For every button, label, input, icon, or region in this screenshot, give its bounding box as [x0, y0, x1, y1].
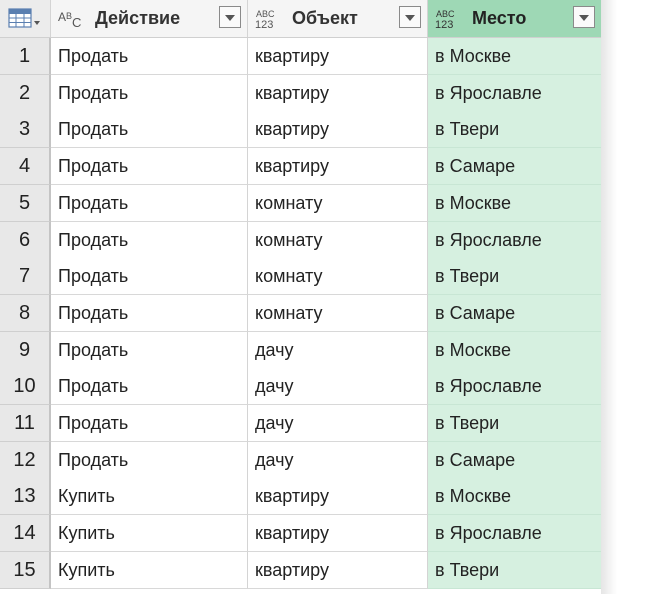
cell-object[interactable]: квартиру — [248, 74, 428, 112]
table-row[interactable]: 10 Продать дачу в Ярославле — [0, 368, 601, 406]
cell-place[interactable]: в Твери — [428, 405, 601, 442]
row-number[interactable]: 1 — [0, 38, 51, 75]
table-corner-menu[interactable] — [0, 0, 51, 37]
filter-dropdown-button[interactable] — [219, 6, 241, 28]
row-number[interactable]: 4 — [0, 148, 51, 186]
row-number[interactable]: 5 — [0, 184, 51, 222]
cell-place[interactable]: в Москве — [428, 38, 601, 75]
cell-object[interactable]: дачу — [248, 331, 428, 369]
row-number[interactable]: 14 — [0, 515, 51, 553]
cell-action[interactable]: Продать — [51, 38, 248, 75]
cell-place[interactable]: в Самаре — [428, 148, 601, 186]
cell-object[interactable]: комнату — [248, 294, 428, 332]
table-row[interactable]: 3 Продать квартиру в Твери — [0, 111, 601, 149]
svg-text:123: 123 — [435, 19, 453, 30]
query-editor-grid: A B C Действие ABC 123 Объект ABC 123 Ме… — [0, 0, 601, 594]
row-number[interactable]: 6 — [0, 221, 51, 259]
column-name: Место — [472, 8, 527, 28]
cell-object[interactable]: дачу — [248, 405, 428, 442]
cell-object[interactable]: квартиру — [248, 515, 428, 553]
svg-text:123: 123 — [255, 19, 273, 30]
table-row[interactable]: 2 Продать квартиру в Ярославле — [0, 74, 601, 112]
grid-edge-shadow — [601, 0, 653, 594]
column-name: Действие — [95, 8, 181, 28]
column-name: Объект — [292, 8, 358, 28]
cell-place[interactable]: в Твери — [428, 551, 601, 589]
cell-object[interactable]: дачу — [248, 368, 428, 406]
cell-place[interactable]: в Ярославле — [428, 515, 601, 553]
row-number[interactable]: 9 — [0, 331, 51, 369]
row-number[interactable]: 3 — [0, 111, 51, 149]
cell-action[interactable]: Продать — [51, 111, 248, 149]
cell-action[interactable]: Продать — [51, 258, 248, 296]
text-type-icon: A B C — [58, 10, 81, 30]
table-row[interactable]: 12 Продать дачу в Самаре — [0, 441, 601, 479]
cell-action[interactable]: Продать — [51, 294, 248, 332]
table-row[interactable]: 1 Продать квартиру в Москве — [0, 38, 601, 75]
column-header-object[interactable]: ABC 123 Объект — [248, 0, 428, 37]
svg-text:ABC: ABC — [436, 9, 455, 19]
table-row[interactable]: 7 Продать комнату в Твери — [0, 258, 601, 296]
table-row[interactable]: 4 Продать квартиру в Самаре — [0, 148, 601, 186]
table-row[interactable]: 6 Продать комнату в Ярославле — [0, 221, 601, 259]
svg-text:A: A — [58, 10, 66, 24]
cell-place[interactable]: в Москве — [428, 478, 601, 516]
row-number[interactable]: 12 — [0, 441, 51, 479]
cell-object[interactable]: квартиру — [248, 478, 428, 516]
table-header: A B C Действие ABC 123 Объект ABC 123 Ме… — [0, 0, 601, 38]
table-row[interactable]: 11 Продать дачу в Твери — [0, 405, 601, 442]
cell-action[interactable]: Продать — [51, 368, 248, 406]
row-number[interactable]: 8 — [0, 294, 51, 332]
cell-place[interactable]: в Ярославле — [428, 368, 601, 406]
cell-place[interactable]: в Самаре — [428, 441, 601, 479]
cell-action[interactable]: Продать — [51, 74, 248, 112]
cell-action[interactable]: Продать — [51, 148, 248, 186]
cell-action[interactable]: Продать — [51, 221, 248, 259]
cell-object[interactable]: квартиру — [248, 551, 428, 589]
row-number[interactable]: 7 — [0, 258, 51, 296]
cell-place[interactable]: в Ярославле — [428, 74, 601, 112]
cell-action[interactable]: Купить — [51, 478, 248, 516]
filter-dropdown-button[interactable] — [573, 6, 595, 28]
cell-place[interactable]: в Твери — [428, 111, 601, 149]
cell-place[interactable]: в Москве — [428, 184, 601, 222]
svg-text:ABC: ABC — [256, 9, 275, 19]
cell-action[interactable]: Купить — [51, 551, 248, 589]
cell-action[interactable]: Продать — [51, 184, 248, 222]
cell-object[interactable]: комнату — [248, 184, 428, 222]
cell-object[interactable]: квартиру — [248, 111, 428, 149]
row-number[interactable]: 15 — [0, 551, 51, 589]
column-header-action[interactable]: A B C Действие — [51, 0, 248, 37]
table-row[interactable]: 8 Продать комнату в Самаре — [0, 294, 601, 332]
cell-object[interactable]: комнату — [248, 258, 428, 296]
filter-dropdown-button[interactable] — [399, 6, 421, 28]
cell-place[interactable]: в Самаре — [428, 294, 601, 332]
table-row[interactable]: 13 Купить квартиру в Москве — [0, 478, 601, 516]
table-row[interactable]: 15 Купить квартиру в Твери — [0, 551, 601, 589]
table-menu-icon[interactable] — [8, 8, 42, 30]
cell-object[interactable]: квартиру — [248, 148, 428, 186]
cell-action[interactable]: Купить — [51, 515, 248, 553]
any-type-icon: ABC 123 — [255, 9, 275, 30]
cell-object[interactable]: дачу — [248, 441, 428, 479]
cell-action[interactable]: Продать — [51, 331, 248, 369]
cell-action[interactable]: Продать — [51, 441, 248, 479]
svg-text:C: C — [72, 15, 81, 30]
cell-place[interactable]: в Твери — [428, 258, 601, 296]
row-number[interactable]: 11 — [0, 405, 51, 442]
cell-place[interactable]: в Москве — [428, 331, 601, 369]
cell-object[interactable]: квартиру — [248, 38, 428, 75]
table-row[interactable]: 5 Продать комнату в Москве — [0, 184, 601, 222]
row-number[interactable]: 2 — [0, 74, 51, 112]
cell-action[interactable]: Продать — [51, 405, 248, 442]
cell-object[interactable]: комнату — [248, 221, 428, 259]
table-row[interactable]: 14 Купить квартиру в Ярославле — [0, 515, 601, 553]
cell-place[interactable]: в Ярославле — [428, 221, 601, 259]
row-number[interactable]: 13 — [0, 478, 51, 516]
table-row[interactable]: 9 Продать дачу в Москве — [0, 331, 601, 369]
any-type-icon: ABC 123 — [435, 9, 455, 30]
row-number[interactable]: 10 — [0, 368, 51, 406]
column-header-place[interactable]: ABC 123 Место — [428, 0, 601, 37]
